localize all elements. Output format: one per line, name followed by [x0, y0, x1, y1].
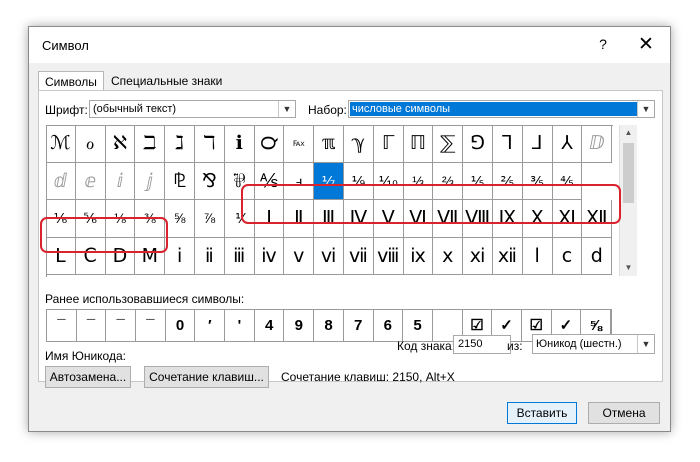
recent-label: Ранее использовавшиеся символы: [45, 292, 245, 306]
symbol-cell[interactable]: ℴ [75, 125, 106, 163]
recent-symbol-cell[interactable]: 9 [284, 310, 315, 341]
char-code-label: Код знака: [397, 339, 456, 353]
symbol-cell[interactable]: ℶ [135, 125, 166, 163]
symbol-cell[interactable]: ⅲ [224, 237, 255, 275]
autocorrect-button[interactable]: Автозамена... [45, 366, 131, 388]
chevron-down-icon[interactable]: ▼ [278, 101, 295, 117]
grid-scrollbar[interactable]: ▲ ▼ [619, 125, 637, 276]
symbol-cell[interactable]: ⅈ [105, 162, 136, 200]
scroll-thumb[interactable] [623, 143, 634, 203]
recent-symbol-cell[interactable]: 6 [374, 310, 404, 341]
symbol-cell[interactable]: ⅉ [135, 162, 166, 200]
symbol-cell[interactable]: ℹ [224, 125, 255, 163]
symbol-cell[interactable]: ⅴ [284, 237, 315, 275]
symbol-cell[interactable]: ⅇ [75, 162, 106, 200]
symbol-cell[interactable]: ℳ [46, 125, 76, 163]
symbol-cell[interactable]: ℺ [254, 125, 285, 163]
symbol-cell[interactable]: ⅻ [493, 237, 523, 275]
symbol-cell[interactable]: ⅸ [403, 237, 434, 275]
shortcut-text: Сочетание клавиш: 2150, Alt+X [281, 370, 455, 384]
scroll-up-icon[interactable]: ▲ [620, 125, 637, 141]
recent-symbol-cell[interactable]: ¯ [106, 310, 137, 341]
symbol-cell[interactable]: ⅋ [195, 162, 225, 200]
recent-symbol-cell[interactable]: 8 [314, 310, 344, 341]
symbol-cell[interactable]: ⅹ [433, 237, 464, 275]
from-select[interactable]: Юникод (шестн.) ▼ [532, 334, 655, 354]
symbol-cell[interactable]: ℷ [165, 125, 195, 163]
symbol-cell[interactable]: ⅰ [165, 237, 195, 275]
recent-symbol-cell[interactable]: ¯ [47, 310, 77, 341]
recent-symbols: ¯ ¯ ¯ ¯ 0 ′ ' 4 9 8 7 6 5 ☑ ✓ ☑ ✓ ⅝ [46, 309, 612, 342]
title-bar: Символ ? ✕ [29, 27, 670, 63]
symbol-cell[interactable]: ⅀ [433, 125, 464, 163]
symbol-cell[interactable]: ⅃ [522, 125, 553, 163]
subset-label: Набор: [308, 103, 347, 117]
tab-special-characters[interactable]: Специальные знаки [105, 71, 228, 91]
symbol-cell[interactable]: ⅅ [582, 125, 613, 163]
subset-value: числовые символы [350, 102, 637, 116]
recent-symbol-cell[interactable]: 5 [403, 310, 433, 341]
recent-symbol-cell[interactable]: 0 [166, 310, 196, 341]
recent-symbol-cell[interactable]: ¯ [77, 310, 107, 341]
symbol-cell[interactable]: ℵ [105, 125, 136, 163]
symbol-cell[interactable]: ⅱ [195, 237, 225, 275]
symbol-cell[interactable]: ⅾ [582, 237, 613, 275]
highlight-roman-numerals-1-12 [241, 184, 621, 224]
cancel-button[interactable]: Отмена [588, 402, 660, 424]
shortcut-key-button[interactable]: Сочетание клавиш... [144, 366, 269, 388]
symbol-cell[interactable]: ⅼ [522, 237, 553, 275]
scroll-down-icon[interactable]: ▼ [620, 260, 637, 276]
symbol-cell[interactable]: ℿ [403, 125, 434, 163]
help-button[interactable]: ? [595, 36, 611, 52]
symbol-cell[interactable]: ℾ [373, 125, 404, 163]
symbol-cell[interactable]: ℼ [314, 125, 344, 163]
symbol-cell[interactable]: ⅺ [463, 237, 493, 275]
recent-symbol-cell[interactable]: ′ [195, 310, 226, 341]
symbol-cell[interactable]: ⅆ [46, 162, 76, 200]
symbol-cell[interactable]: ⅽ [552, 237, 583, 275]
symbol-cell[interactable]: ℽ [344, 125, 374, 163]
chevron-down-icon[interactable]: ▼ [637, 101, 654, 117]
symbol-cell[interactable]: ℻ [284, 125, 315, 163]
close-button[interactable]: ✕ [635, 33, 657, 56]
from-value: Юникод (шестн.) [536, 338, 622, 350]
recent-symbol-cell[interactable]: 7 [344, 310, 374, 341]
symbol-cell[interactable]: ⅳ [254, 237, 285, 275]
from-label: из: [507, 339, 523, 353]
symbol-cell[interactable]: ⅷ [373, 237, 404, 275]
symbol-cell[interactable]: ⅂ [493, 125, 523, 163]
symbol-cell[interactable]: ⅄ [552, 125, 583, 163]
unicode-name-label: Имя Юникода: [45, 349, 126, 363]
font-select[interactable]: (обычный текст) ▼ [89, 100, 296, 118]
chevron-down-icon[interactable]: ▼ [637, 335, 654, 353]
symbol-dialog: Символ ? ✕ Символы Специальные знаки Шри… [28, 26, 671, 432]
recent-symbol-cell[interactable]: ¯ [136, 310, 166, 341]
dialog-title: Символ [42, 38, 89, 53]
highlight-roman-numerals-l-c-d-m [40, 217, 168, 253]
char-code-input[interactable]: 2150 [453, 335, 511, 354]
font-label: Шрифт: [45, 103, 88, 117]
symbol-cell[interactable]: ⅊ [165, 162, 195, 200]
symbol-cell[interactable]: ⅶ [344, 237, 374, 275]
font-value: (обычный текст) [93, 103, 177, 115]
recent-symbol-cell[interactable]: 4 [255, 310, 285, 341]
tab-symbols[interactable]: Символы [38, 71, 104, 92]
symbol-cell[interactable]: ⅵ [314, 237, 344, 275]
symbol-cell[interactable]: ⅁ [463, 125, 493, 163]
subset-select[interactable]: числовые символы ▼ [348, 100, 655, 118]
symbol-cell[interactable]: ⅝ [165, 200, 195, 238]
symbol-cell[interactable]: ⅞ [195, 200, 225, 238]
insert-button[interactable]: Вставить [507, 402, 577, 424]
symbol-cell[interactable]: ℸ [195, 125, 225, 163]
recent-symbol-cell[interactable]: ' [225, 310, 255, 341]
